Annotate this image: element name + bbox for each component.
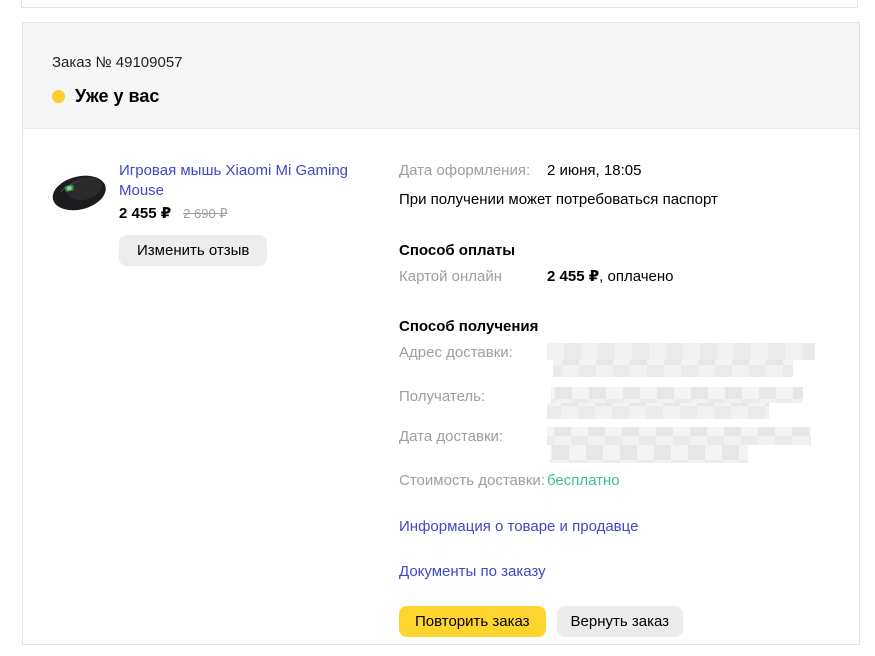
redacted-block (547, 403, 769, 419)
previous-card-bottom-edge (21, 0, 858, 8)
order-card-body: Игровая мышь Xiaomi Mi Gaming Mouse 2 45… (23, 129, 859, 637)
edit-review-button[interactable]: Изменить отзыв (119, 235, 268, 266)
delivery-date-redacted (547, 427, 811, 463)
payment-amount-sum: 2 455 ₽ (547, 268, 600, 285)
order-date-value: 2 июня, 18:05 (547, 162, 642, 179)
order-date-row: Дата оформления: 2 июня, 18:05 (399, 161, 833, 181)
return-order-button[interactable]: Вернуть заказ (556, 606, 684, 637)
order-status-text: Уже у вас (75, 86, 160, 106)
delivery-address-redacted (547, 343, 815, 377)
delivery-address-label: Адрес доставки: (399, 344, 513, 361)
redacted-block (553, 360, 793, 377)
redacted-block (550, 445, 748, 463)
delivery-date-row: Дата доставки: (399, 427, 833, 463)
payment-method-row: Картой онлайн 2 455 ₽, оплачено (399, 267, 833, 287)
status-dot-icon (52, 89, 65, 103)
product-title-link[interactable]: Игровая мышь Xiaomi Mi Gaming Mouse (119, 161, 364, 201)
order-date-label: Дата оформления: (399, 162, 531, 179)
delivery-date-label: Дата доставки: (399, 428, 504, 445)
product-price: 2 455 ₽ (119, 205, 172, 222)
links-block: Информация о товаре и продавце Документы… (399, 491, 833, 582)
passport-note: При получении может потребоваться паспор… (399, 191, 718, 208)
recipient-label: Получатель: (399, 388, 486, 405)
product-column: Игровая мышь Xiaomi Mi Gaming Mouse 2 45… (49, 161, 399, 637)
redacted-block (547, 427, 811, 445)
recipient-redacted (547, 387, 803, 419)
gaming-mouse-icon (52, 175, 106, 211)
delivery-method-heading: Способ получения (399, 318, 539, 335)
order-number: Заказ № 49109057 (52, 54, 183, 71)
price-row: 2 455 ₽ 2 690 ₽ (119, 204, 364, 222)
order-status-row: Уже у вас (52, 84, 829, 108)
order-actions: Повторить заказ Вернуть заказ (399, 606, 833, 637)
product-row: Игровая мышь Xiaomi Mi Gaming Mouse 2 45… (49, 161, 399, 266)
order-card-header: Заказ № 49109057 Уже у вас (23, 23, 859, 129)
order-card: Заказ № 49109057 Уже у вас Игровая мышь … (22, 22, 860, 645)
product-old-price: 2 690 ₽ (183, 206, 228, 221)
order-documents-link[interactable]: Документы по заказу (399, 562, 546, 582)
payment-method-heading: Способ оплаты (399, 242, 516, 259)
delivery-cost-row: Стоимость доставки: бесплатно (399, 471, 833, 491)
product-info: Игровая мышь Xiaomi Mi Gaming Mouse 2 45… (119, 161, 364, 266)
payment-amount-status: , оплачено (599, 268, 674, 285)
recipient-row: Получатель: (399, 387, 833, 419)
repeat-order-button[interactable]: Повторить заказ (399, 606, 546, 637)
product-seller-info-link[interactable]: Информация о товаре и продавце (399, 517, 638, 537)
delivery-cost-label: Стоимость доставки: (399, 472, 545, 489)
payment-method-label: Картой онлайн (399, 268, 503, 285)
redacted-block (547, 343, 815, 360)
delivery-cost-value: бесплатно (547, 472, 620, 489)
payment-amount: 2 455 ₽, оплачено (547, 267, 674, 287)
product-image[interactable] (49, 167, 109, 217)
redacted-block (551, 387, 803, 403)
order-details-column: Дата оформления: 2 июня, 18:05 При получ… (399, 161, 833, 637)
delivery-address-row: Адрес доставки: (399, 343, 833, 377)
